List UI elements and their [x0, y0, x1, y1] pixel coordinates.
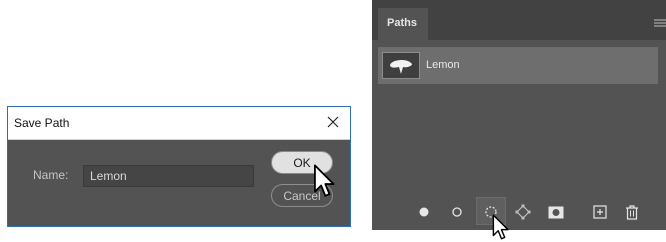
load-path-as-selection-icon[interactable] — [482, 203, 500, 221]
path-name-label: Lemon — [426, 59, 460, 71]
fill-path-icon[interactable] — [415, 203, 433, 221]
delete-path-icon[interactable] — [623, 203, 641, 221]
add-mask-icon[interactable] — [547, 203, 565, 221]
tab-paths[interactable]: Paths — [378, 8, 428, 40]
name-field[interactable]: Lemon — [83, 165, 254, 187]
close-icon[interactable] — [322, 110, 344, 134]
path-list-item[interactable]: Lemon — [378, 47, 658, 84]
stroke-path-icon[interactable] — [448, 203, 466, 221]
name-label: Name: — [33, 168, 69, 182]
lemon-shape-thumbnail-icon — [382, 52, 420, 79]
dialog-title: Save Path — [14, 116, 70, 130]
new-path-icon[interactable] — [591, 203, 609, 221]
dialog-body: Name: Lemon OK Cancel — [8, 140, 350, 226]
panel-menu-icon[interactable] — [654, 16, 666, 28]
ok-button[interactable]: OK — [271, 151, 333, 174]
panel-tabbar: Paths — [372, 0, 666, 40]
paths-panel: Paths Lemon — [372, 0, 666, 230]
dialog-titlebar[interactable]: Save Path — [8, 107, 350, 140]
save-path-dialog: Save Path Name: Lemon OK Cancel — [7, 106, 351, 227]
make-work-path-from-selection-icon[interactable] — [514, 203, 532, 221]
cancel-button[interactable]: Cancel — [271, 184, 333, 207]
